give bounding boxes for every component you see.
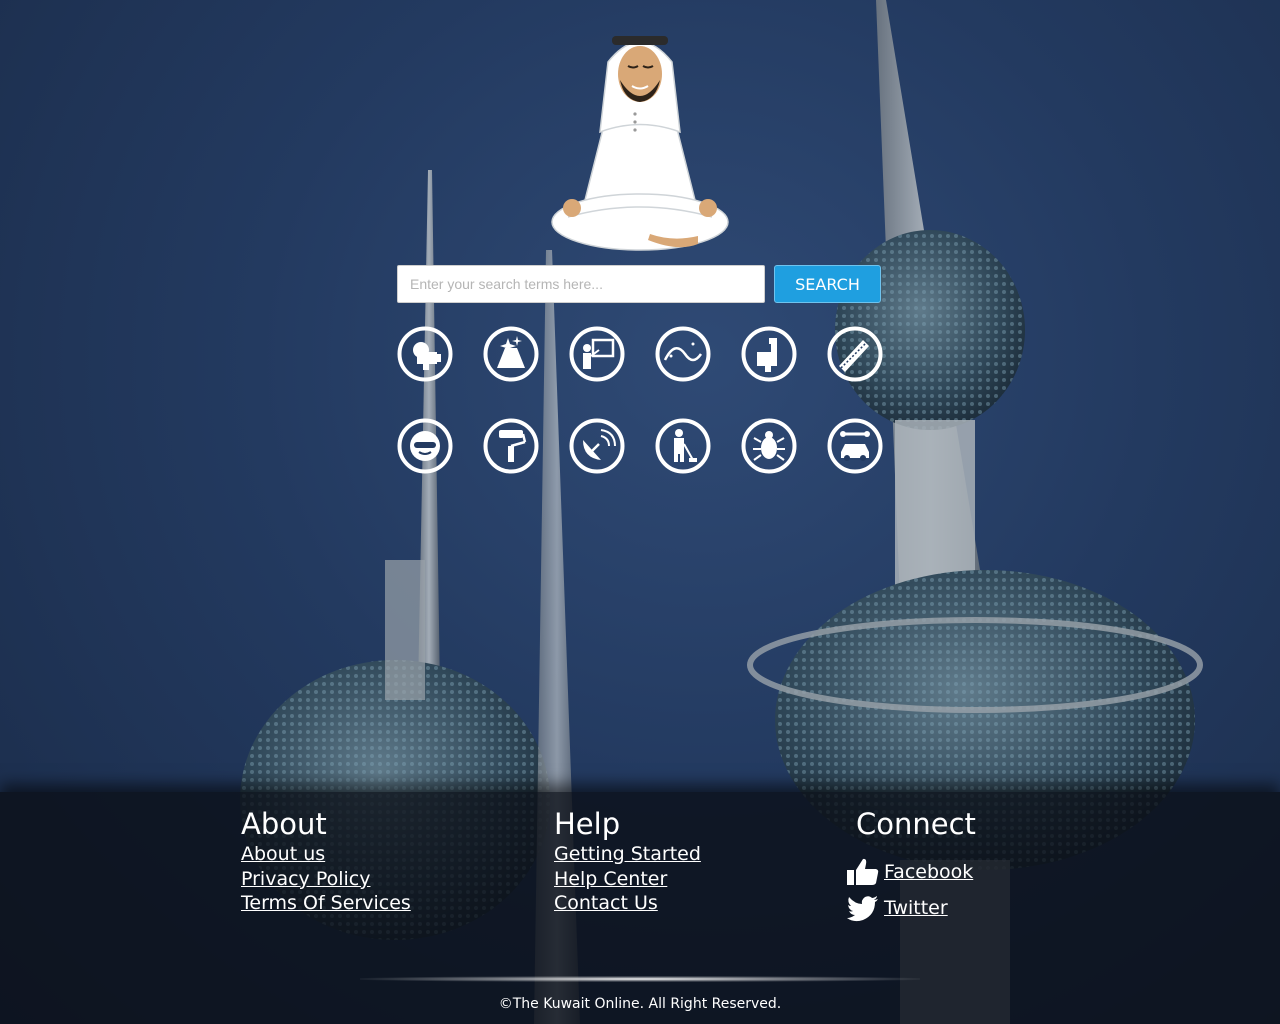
cleaning-icon[interactable] bbox=[483, 326, 539, 382]
search-input[interactable] bbox=[397, 265, 765, 303]
footer: About About us Privacy Policy Terms Of S… bbox=[0, 792, 1280, 1024]
car-repair-icon[interactable] bbox=[827, 418, 883, 474]
search-button[interactable]: SEARCH bbox=[774, 265, 881, 303]
vacuum-cleaning-icon[interactable] bbox=[655, 418, 711, 474]
teaching-icon[interactable] bbox=[569, 326, 625, 382]
search-bar: SEARCH bbox=[397, 265, 883, 303]
contact-us-link[interactable]: Contact Us bbox=[554, 891, 701, 916]
footer-help-heading: Help bbox=[554, 807, 621, 841]
privacy-policy-link[interactable]: Privacy Policy bbox=[241, 867, 411, 892]
category-grid bbox=[397, 326, 887, 476]
meditating-man-mascot bbox=[551, 36, 729, 251]
plumbing-icon[interactable] bbox=[741, 326, 797, 382]
about-us-link[interactable]: About us bbox=[241, 842, 411, 867]
thumbs-up-icon bbox=[847, 858, 879, 885]
getting-started-link[interactable]: Getting Started bbox=[554, 842, 701, 867]
twitter-link[interactable]: Twitter bbox=[846, 893, 976, 923]
cctv-icon[interactable] bbox=[397, 326, 453, 382]
welding-mask-icon[interactable] bbox=[397, 418, 453, 474]
satellite-dish-icon[interactable] bbox=[569, 418, 625, 474]
copyright-text: ©The Kuwait Online. All Right Reserved. bbox=[498, 996, 782, 1012]
twitter-link-label: Twitter bbox=[884, 896, 948, 919]
help-center-link[interactable]: Help Center bbox=[554, 867, 701, 892]
twitter-bird-icon bbox=[847, 896, 878, 922]
footer-connect-heading: Connect bbox=[856, 807, 976, 841]
facebook-link[interactable]: Facebook bbox=[846, 857, 976, 887]
terms-of-services-link[interactable]: Terms Of Services bbox=[241, 891, 411, 916]
footer-connect-column: Connect Facebook Twitter bbox=[846, 806, 976, 929]
footer-about-heading: About bbox=[241, 807, 327, 841]
satellite-signal-icon[interactable] bbox=[655, 326, 711, 382]
pest-control-icon[interactable] bbox=[741, 418, 797, 474]
footer-about-column: About About us Privacy Policy Terms Of S… bbox=[241, 806, 411, 916]
facebook-link-label: Facebook bbox=[884, 860, 974, 883]
painting-roller-icon[interactable] bbox=[483, 418, 539, 474]
carpentry-saw-icon[interactable] bbox=[827, 326, 883, 382]
footer-divider bbox=[360, 976, 920, 982]
footer-help-column: Help Getting Started Help Center Contact… bbox=[554, 806, 701, 916]
